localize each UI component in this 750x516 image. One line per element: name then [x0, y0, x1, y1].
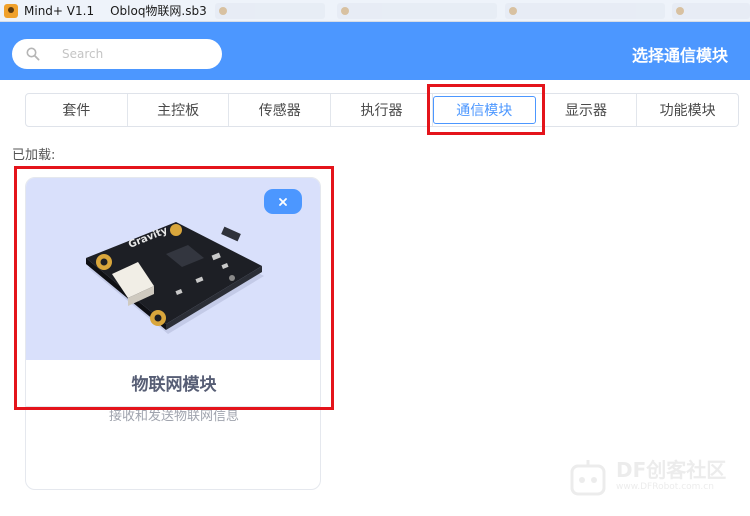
dfrobot-watermark: DF创客社区 www.DFRobot.com.cn	[560, 454, 745, 510]
card-image: Gravity	[26, 178, 320, 360]
tab-displays[interactable]: 显示器	[536, 94, 638, 126]
search-input[interactable]	[62, 45, 212, 63]
page-title: 选择通信模块	[631, 46, 728, 65]
mindplus-logo-icon	[4, 3, 18, 18]
card-description: 接收和发送物联网信息	[108, 409, 239, 424]
tab-kits[interactable]: 套件	[26, 94, 128, 126]
close-icon	[279, 197, 287, 206]
remove-extension-button[interactable]	[264, 189, 302, 214]
extension-card-iot[interactable]: Gravity 物联网模块 接收和发送物联网信息	[25, 177, 321, 490]
loaded-label: 已加载:	[12, 148, 56, 163]
app-name: Mind+ V1.1	[24, 3, 95, 18]
tab-boards[interactable]: 主控板	[128, 94, 230, 126]
window-titlebar: Mind+ V1.1 Obloq物联网.sb3	[0, 0, 750, 22]
file-name: Obloq物联网.sb3	[110, 4, 207, 18]
background-tab[interactable]	[215, 3, 325, 19]
tab-functions[interactable]: 功能模块	[637, 94, 738, 126]
extension-library-header: 选择通信模块	[0, 22, 750, 80]
background-tab[interactable]	[672, 3, 750, 19]
background-tab[interactable]	[505, 3, 665, 19]
tab-actuators[interactable]: 执行器	[331, 94, 433, 126]
tab-sensors[interactable]: 传感器	[229, 94, 332, 126]
category-tabs: 套件 主控板 传感器 执行器 通信模块 显示器 功能模块	[25, 93, 739, 127]
search-icon	[26, 47, 40, 61]
dfrobot-logo-icon	[570, 460, 606, 496]
watermark-url: www.DFRobot.com.cn	[616, 482, 714, 492]
tab-communication[interactable]: 通信模块	[432, 96, 536, 124]
search-box[interactable]	[12, 39, 222, 69]
background-tab[interactable]	[337, 3, 497, 19]
watermark-text: DF创客社区	[616, 458, 727, 482]
card-title: 物联网模块	[131, 375, 217, 395]
